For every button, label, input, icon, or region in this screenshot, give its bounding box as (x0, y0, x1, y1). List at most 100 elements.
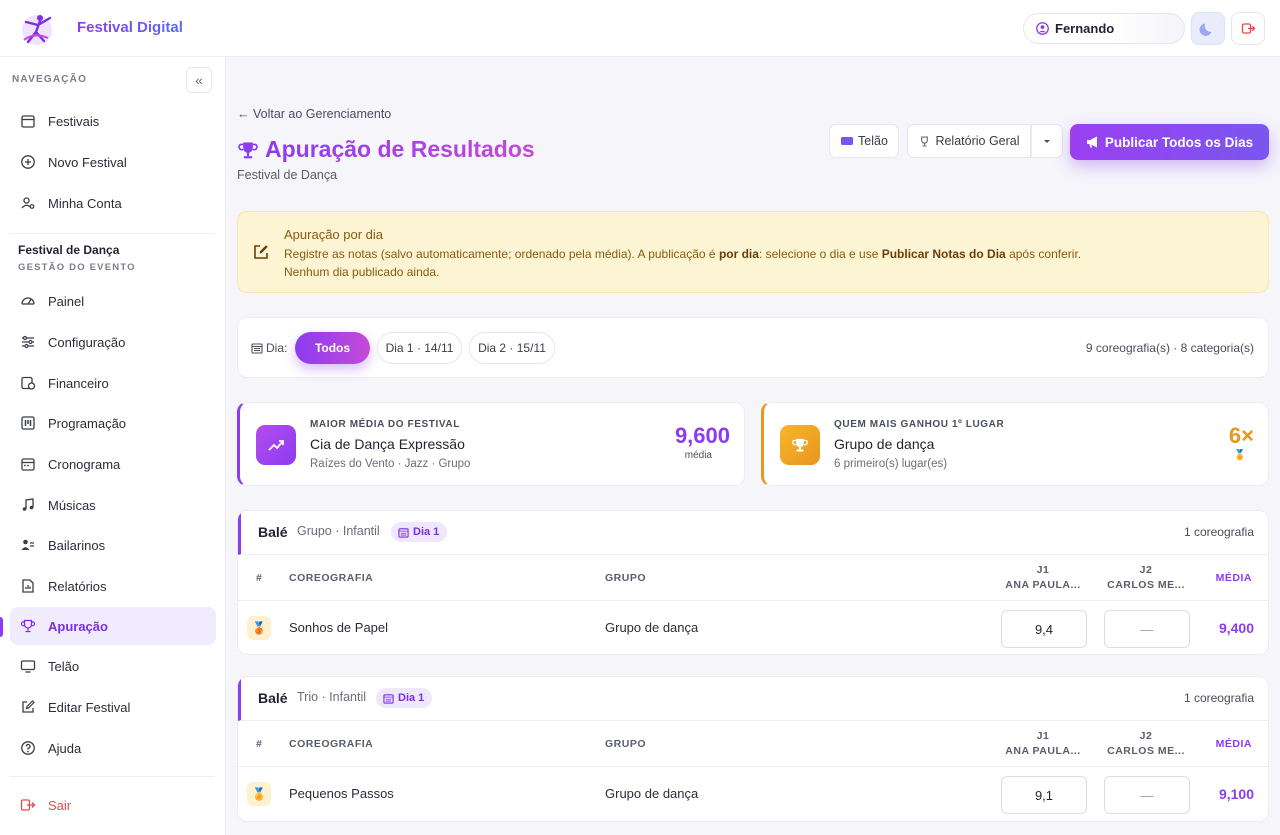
notice-text: Registre as notas (salvo automaticamente… (284, 247, 719, 261)
sidebar-item-label: Festivais (48, 113, 100, 129)
category-desc: Grupo · Infantil (297, 524, 380, 538)
sidebar-item-relatorios[interactable]: Relatórios (10, 567, 216, 605)
col-j1-judge: ANA PAULA... (1005, 579, 1081, 591)
sidebar-item-minha-conta[interactable]: Minha Conta (10, 184, 216, 222)
sidebar-item-festivais[interactable]: Festivais (10, 102, 216, 140)
row-media: 9,100 (1218, 786, 1254, 802)
chevrons-left-icon: « (195, 72, 203, 88)
medal-icon: 🏅 (1233, 450, 1246, 461)
col-j1-judge: ANA PAULA... (1005, 745, 1081, 757)
sidebar-item-label: Editar Festival (48, 699, 131, 715)
sidebar-item-bailarinos[interactable]: Bailarinos (10, 526, 216, 564)
moon-icon (1199, 23, 1212, 36)
sidebar-item-programacao[interactable]: Programação (10, 404, 216, 442)
report-icon (22, 579, 34, 593)
score-input-j1[interactable]: 9,1 (1001, 776, 1087, 814)
day-badge-text: Dia 1 (413, 526, 440, 538)
notice-line-2: Nenhum dia publicado ainda. (284, 265, 440, 279)
day-badge: Dia 1 (376, 688, 433, 708)
schedule-icon (21, 458, 35, 471)
sidebar-item-label: Sair (48, 797, 72, 813)
category-count: 1 coreografia (1183, 691, 1254, 705)
sidebar-item-telao[interactable]: Telão (10, 647, 216, 685)
sidebar-item-apuracao[interactable]: Apuração (10, 607, 216, 645)
sidebar-item-painel[interactable]: Painel (10, 282, 216, 320)
table-row: 🥉 Sonhos de Papel Grupo de dança 9,4 — 9… (238, 601, 1268, 654)
brand-name: Festival Digital (77, 19, 183, 36)
stat-card-most-first-places: QUEM MAIS GANHOU 1º LUGAR Grupo de dança… (761, 402, 1269, 486)
notice-bold: Publicar Notas do Dia (881, 247, 1006, 261)
sidebar-item-cronograma[interactable]: Cronograma (10, 445, 216, 483)
sidebar-divider (10, 233, 214, 234)
sidebar-item-label: Bailarinos (48, 537, 106, 553)
chevron-down-icon (1044, 140, 1050, 143)
publish-all-days-button[interactable]: Publicar Todos os Dias (1070, 124, 1269, 160)
logout-icon (1241, 23, 1255, 34)
relatorio-dropdown-button[interactable] (1031, 124, 1063, 158)
category-header: Balé Grupo · Infantil Dia 1 1 coreografi… (238, 511, 1268, 555)
back-link[interactable]: ← Voltar ao Gerenciamento (237, 107, 391, 121)
sidebar-item-editar-festival[interactable]: Editar Festival (10, 688, 216, 726)
calendar-icon (21, 115, 35, 128)
dancer-logo-icon (22, 15, 52, 45)
sidebar-item-label: Ajuda (48, 740, 82, 756)
col-num: # (256, 572, 263, 584)
table-header: # COREOGRAFIA GRUPO J1 ANA PAULA... J2 CAR… (238, 721, 1268, 767)
score-input-j2[interactable]: — (1104, 610, 1190, 648)
notice-bold: por dia (718, 247, 759, 261)
trophy-icon (780, 425, 820, 465)
day-option-dia-2[interactable]: Dia 2 · 15/11 (469, 332, 555, 364)
score-input-j2[interactable]: — (1104, 776, 1190, 814)
sidebar-item-ajuda[interactable]: Ajuda (10, 729, 216, 767)
notice-text: : selecione o dia e use (758, 247, 882, 261)
relatorio-geral-button[interactable]: Relatório Geral (907, 124, 1031, 158)
trophy-icon (238, 141, 258, 158)
sidebar-item-configuracao[interactable]: Configuração (10, 323, 216, 361)
col-j2-code: J2 (1139, 564, 1153, 576)
publish-button-label: Publicar Todos os Dias (1104, 134, 1254, 150)
user-menu[interactable]: Fernando (1023, 13, 1185, 44)
day-filter-summary: 9 coreografia(s) · 8 categoria(s) (1085, 341, 1254, 355)
theme-toggle-button[interactable] (1191, 12, 1225, 45)
stat-key: MAIOR MÉDIA DO FESTIVAL (310, 419, 460, 430)
plus-circle-icon (21, 155, 35, 169)
sidebar-divider (10, 776, 214, 777)
day-badge-text: Dia 1 (398, 692, 425, 704)
table-header: # COREOGRAFIA GRUPO J1 ANA PAULA... J2 CAR… (238, 555, 1268, 601)
sidebar-item-label: Telão (48, 658, 80, 674)
sidebar-item-financeiro[interactable]: Financeiro (10, 364, 216, 402)
col-j1-code: J1 (1036, 564, 1050, 576)
logout-button[interactable] (1231, 12, 1265, 45)
stat-detail: Raízes do Vento · Jazz · Grupo (310, 458, 471, 470)
relatorio-button-label: Relatório Geral (935, 134, 1020, 148)
page-title-text: Apuração de Resultados (265, 136, 535, 162)
row-coreografia: Pequenos Passos (289, 786, 394, 801)
day-option-todos[interactable]: Todos (295, 332, 370, 364)
sidebar-item-sair[interactable]: Sair (10, 786, 216, 824)
telao-button[interactable]: Telão (829, 124, 899, 158)
col-grupo: GRUPO (605, 572, 647, 584)
user-icon (1036, 22, 1049, 35)
sidebar-item-label: Músicas (48, 497, 96, 513)
row-media: 9,400 (1218, 620, 1254, 636)
music-icon (22, 498, 34, 511)
calendar-icon (398, 527, 409, 538)
day-option-dia-1[interactable]: Dia 1 · 14/11 (377, 332, 462, 364)
stat-card-highest-average: MAIOR MÉDIA DO FESTIVAL Cia de Dança Exp… (237, 402, 745, 486)
sidebar-item-label: Programação (48, 415, 127, 431)
edit-icon (22, 700, 35, 713)
stat-unit: média (684, 450, 712, 461)
collapse-sidebar-button[interactable]: « (186, 67, 212, 93)
event-title: Festival de Dança (18, 243, 120, 257)
notice-text: após conferir. (1005, 247, 1082, 261)
calendar-icon (383, 693, 394, 704)
sidebar-item-musicas[interactable]: Músicas (10, 486, 216, 524)
sidebar-item-novo-festival[interactable]: Novo Festival (10, 143, 216, 181)
trend-up-icon (256, 425, 296, 465)
col-coreografia: COREOGRAFIA (289, 572, 374, 584)
score-input-j1[interactable]: 9,4 (1001, 610, 1087, 648)
megaphone-icon (1086, 136, 1097, 148)
page-title: Apuração de Resultados (237, 136, 535, 163)
day-filter-label: Dia: (251, 341, 287, 355)
stat-value: Cia de Dança Expressão (310, 436, 465, 452)
